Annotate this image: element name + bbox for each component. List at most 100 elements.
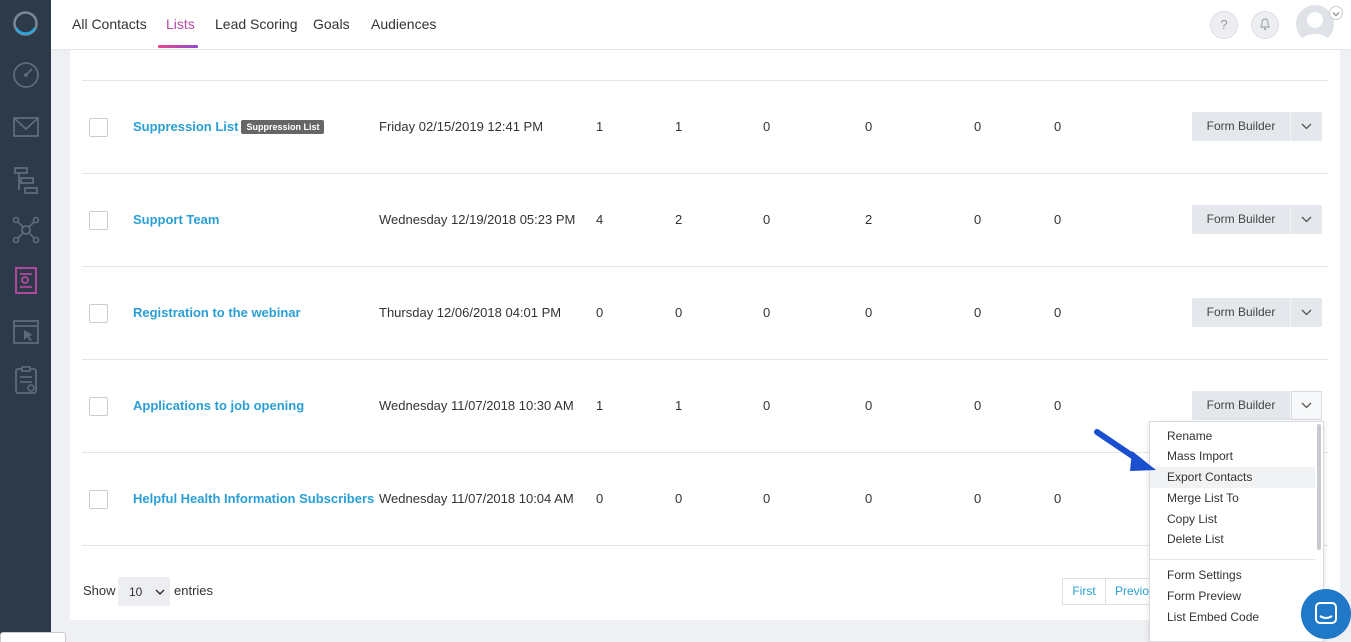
page-size-value: 10	[129, 585, 143, 599]
count-cell: 0	[763, 212, 771, 227]
created-date: Wednesday 12/19/2018 05:23 PM	[379, 212, 576, 227]
count-cell: 0	[974, 491, 982, 506]
created-date: Thursday 12/06/2018 04:01 PM	[379, 305, 562, 320]
actions-dropdown-toggle[interactable]	[1291, 205, 1322, 234]
menu-item-delete-list[interactable]: Delete List	[1150, 529, 1315, 550]
row-checkbox[interactable]	[89, 490, 108, 509]
count-cell: 0	[675, 305, 683, 320]
bottom-corner-tab[interactable]	[0, 632, 66, 642]
contacts-icon[interactable]	[11, 265, 41, 295]
count-cell: 1	[675, 119, 683, 134]
tab-lists[interactable]: Lists	[166, 16, 195, 32]
chat-launcher-button[interactable]	[1301, 589, 1351, 639]
suppression-tag: Suppression List	[241, 120, 325, 134]
count-cell: 0	[1054, 305, 1062, 320]
forms-icon[interactable]	[11, 365, 41, 395]
form-builder-button[interactable]: Form Builder	[1192, 112, 1290, 141]
form-builder-button[interactable]: Form Builder	[1192, 205, 1290, 234]
bell-icon	[1260, 18, 1270, 31]
count-cell: 0	[763, 305, 771, 320]
email-icon[interactable]	[11, 112, 41, 142]
tab-audiences[interactable]: Audiences	[371, 16, 436, 32]
form-builder-split-button: Form Builder	[1192, 298, 1322, 327]
tab-all-contacts[interactable]: All Contacts	[72, 16, 147, 32]
dashboard-icon[interactable]	[11, 59, 41, 89]
help-icon: ?	[1220, 17, 1228, 32]
count-cell: 0	[1054, 398, 1062, 413]
row-checkbox[interactable]	[89, 211, 108, 230]
tab-goals[interactable]: Goals	[313, 16, 350, 32]
form-builder-button[interactable]: Form Builder	[1192, 298, 1290, 327]
landing-page-icon[interactable]	[11, 317, 41, 347]
count-cell: 0	[865, 491, 873, 506]
list-name-link[interactable]: Registration to the webinar	[133, 305, 301, 320]
count-cell: 0	[1054, 491, 1062, 506]
created-date: Friday 02/15/2019 12:41 PM	[379, 119, 544, 134]
list-name-link[interactable]: Applications to job opening	[133, 398, 304, 413]
chevron-down-icon	[1301, 309, 1312, 316]
menu-divider	[1150, 559, 1315, 560]
form-builder-button[interactable]: Form Builder	[1192, 391, 1290, 420]
actions-dropdown-toggle[interactable]	[1291, 112, 1322, 141]
table-row: Suppression List Suppression List Friday …	[70, 80, 1340, 173]
table-row: Support Team Wednesday 12/19/2018 05:23 …	[70, 173, 1340, 266]
count-cell: 2	[865, 212, 873, 227]
count-cell: 0	[974, 398, 982, 413]
count-cell: 0	[763, 398, 771, 413]
count-cell: 2	[675, 212, 683, 227]
pagination-first[interactable]: First	[1062, 578, 1106, 605]
chevron-down-icon	[1301, 123, 1312, 130]
created-date: Wednesday 11/07/2018 10:04 AM	[379, 491, 574, 506]
menu-item-list-embed-code[interactable]: List Embed Code	[1150, 607, 1315, 628]
count-cell: 0	[974, 212, 982, 227]
row-checkbox[interactable]	[89, 118, 108, 137]
logo-icon[interactable]	[12, 10, 39, 37]
table-row: Registration to the webinar Thursday 12/…	[70, 266, 1340, 359]
count-cell: 1	[596, 398, 604, 413]
tab-lead-scoring[interactable]: Lead Scoring	[215, 16, 298, 32]
row-checkbox[interactable]	[89, 397, 108, 416]
count-cell: 4	[596, 212, 604, 227]
form-builder-split-button: Form Builder	[1192, 205, 1322, 234]
row-divider	[82, 545, 1328, 546]
chevron-down-icon	[1332, 12, 1340, 17]
actions-dropdown-toggle[interactable]	[1291, 298, 1322, 327]
sidebar	[0, 0, 51, 642]
count-cell: 0	[596, 305, 604, 320]
menu-item-rename[interactable]: Rename	[1150, 426, 1315, 447]
show-label: Show	[83, 583, 116, 598]
count-cell: 0	[865, 305, 873, 320]
chevron-down-icon	[1301, 402, 1312, 409]
menu-item-merge-list-to[interactable]: Merge List To	[1150, 488, 1315, 509]
count-cell: 0	[865, 398, 873, 413]
automation-icon[interactable]	[11, 165, 41, 195]
created-date: Wednesday 11/07/2018 10:30 AM	[379, 398, 574, 413]
list-name-link[interactable]: Suppression List Suppression List	[133, 119, 325, 134]
list-name-link[interactable]: Support Team	[133, 212, 219, 227]
menu-item-form-preview[interactable]: Form Preview	[1150, 586, 1315, 607]
actions-dropdown-toggle[interactable]	[1291, 391, 1322, 420]
page-size-select[interactable]: 10	[118, 577, 170, 606]
count-cell: 0	[596, 491, 604, 506]
count-cell: 0	[763, 491, 771, 506]
menu-item-export-contacts[interactable]: Export Contacts	[1150, 467, 1315, 488]
chevron-down-icon	[155, 589, 165, 596]
active-tab-indicator	[158, 45, 198, 48]
count-cell: 0	[675, 491, 683, 506]
chevron-down-icon	[1301, 216, 1312, 223]
network-icon[interactable]	[11, 215, 41, 245]
count-cell: 0	[1054, 212, 1062, 227]
menu-item-copy-list[interactable]: Copy List	[1150, 509, 1315, 530]
account-menu-toggle[interactable]	[1329, 6, 1343, 20]
menu-item-mass-import[interactable]: Mass Import	[1150, 446, 1315, 467]
menu-item-form-settings[interactable]: Form Settings	[1150, 565, 1315, 586]
count-cell: 0	[974, 305, 982, 320]
count-cell: 0	[1054, 119, 1062, 134]
list-name-link[interactable]: Helpful Health Information Subscribers	[133, 491, 374, 506]
help-button[interactable]: ?	[1210, 11, 1238, 39]
menu-scrollbar[interactable]	[1317, 424, 1321, 550]
entries-label: entries	[174, 583, 214, 598]
row-checkbox[interactable]	[89, 304, 108, 323]
form-builder-split-button: Form Builder	[1192, 391, 1322, 420]
notifications-button[interactable]	[1251, 11, 1279, 39]
